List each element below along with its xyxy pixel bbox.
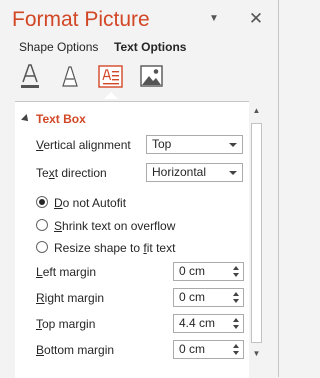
spin-up-icon[interactable] (233, 344, 239, 348)
resize-shape-radio[interactable]: Resize shape to fit text (36, 240, 175, 255)
margin-label-rest: eft margin (42, 265, 97, 279)
text-direction-value: Horizontal (152, 165, 207, 179)
textbox-button[interactable] (96, 62, 124, 92)
dropdown-triangle-icon: ▼ (209, 13, 219, 24)
text-direction-label-rest: t direction (54, 166, 107, 180)
spin-up-icon[interactable] (233, 318, 239, 322)
tab-shape-options[interactable]: Shape Options (19, 40, 98, 54)
vertical-alignment-label: Vertical alignment (36, 138, 131, 152)
text-box-section-header[interactable]: Text Box (21, 112, 86, 126)
chevron-down-icon (229, 171, 237, 175)
spin-down-icon[interactable] (233, 351, 239, 355)
bottom-margin-label: Bottom margin (36, 343, 114, 357)
tab-text-options[interactable]: Text Options (114, 40, 186, 54)
radio-label-pre: Resize shape to (54, 241, 144, 255)
margin-label-accel: R (36, 291, 45, 305)
margin-label-accel: L (36, 265, 43, 279)
radio-button[interactable] (36, 196, 48, 208)
pane-title: Format Picture (12, 8, 150, 31)
margin-label-accel: B (36, 343, 45, 357)
do-not-autofit-radio[interactable]: Do not Autofit (36, 195, 126, 210)
radio-label-rest: it text (146, 241, 176, 255)
radio-button[interactable] (36, 219, 48, 231)
right-margin-value: 0 cm (179, 290, 206, 304)
vertical-scrollbar[interactable]: ▲ ▼ (249, 101, 264, 367)
margin-label-rest: ight margin (44, 291, 105, 305)
text-fill-outline-icon (21, 64, 39, 88)
picture-icon (140, 65, 163, 87)
shrink-text-radio[interactable]: Shrink text on overflow (36, 218, 175, 233)
close-button[interactable]: ✕ (247, 10, 265, 28)
radio-label-accel: S (54, 219, 63, 233)
left-margin-value: 0 cm (179, 264, 206, 278)
pane-options-button[interactable]: ▼ (205, 10, 223, 28)
selected-category-pointer (104, 92, 118, 99)
spin-down-icon[interactable] (233, 325, 239, 329)
text-effects-button[interactable] (56, 62, 84, 92)
radio-label-rest: hrink text on overflow (62, 219, 176, 233)
textbox-icon (98, 65, 123, 88)
left-margin-spinner[interactable]: 0 cm (173, 262, 244, 281)
text-direction-select[interactable]: Horizontal (146, 163, 243, 182)
collapse-triangle-icon (21, 114, 31, 124)
left-margin-label: Left margin (36, 265, 96, 279)
margin-label-rest: op margin (42, 317, 96, 331)
vertical-alignment-label-rest: ertical alignment (43, 138, 131, 152)
scroll-thumb[interactable] (251, 123, 262, 343)
top-margin-value: 4.4 cm (179, 316, 216, 330)
section-title: Text Box (36, 112, 86, 126)
format-picture-pane: Format Picture ▼ ✕ Shape Options Text Op… (0, 0, 279, 378)
text-fill-outline-button[interactable] (16, 62, 44, 92)
bottom-margin-spinner[interactable]: 0 cm (173, 340, 244, 359)
margin-label-rest: ottom margin (44, 343, 115, 357)
right-margin-spinner[interactable]: 0 cm (173, 288, 244, 307)
radio-label-rest: o not Autofit (62, 196, 127, 210)
chevron-down-icon (229, 143, 237, 147)
scroll-down-arrow-icon[interactable]: ▼ (251, 349, 262, 359)
close-icon: ✕ (248, 9, 264, 28)
bottom-margin-value: 0 cm (179, 342, 206, 356)
category-icon-row (14, 62, 166, 99)
spin-down-icon[interactable] (233, 273, 239, 277)
top-margin-spinner[interactable]: 4.4 cm (173, 314, 244, 333)
radio-button[interactable] (36, 241, 48, 253)
scroll-up-arrow-icon[interactable]: ▲ (251, 106, 262, 116)
spin-up-icon[interactable] (233, 266, 239, 270)
text-direction-label: Text direction (36, 166, 107, 180)
spin-up-icon[interactable] (233, 292, 239, 296)
radio-label-accel: D (54, 196, 63, 210)
picture-button[interactable] (138, 62, 166, 92)
right-margin-label: Right margin (36, 291, 104, 305)
vertical-alignment-select[interactable]: Top (146, 135, 243, 154)
top-margin-label: Top margin (36, 317, 95, 331)
vertical-alignment-value: Top (152, 137, 172, 151)
text-effects-icon (62, 66, 78, 87)
text-direction-label-pre: Te (36, 166, 49, 180)
spin-down-icon[interactable] (233, 299, 239, 303)
